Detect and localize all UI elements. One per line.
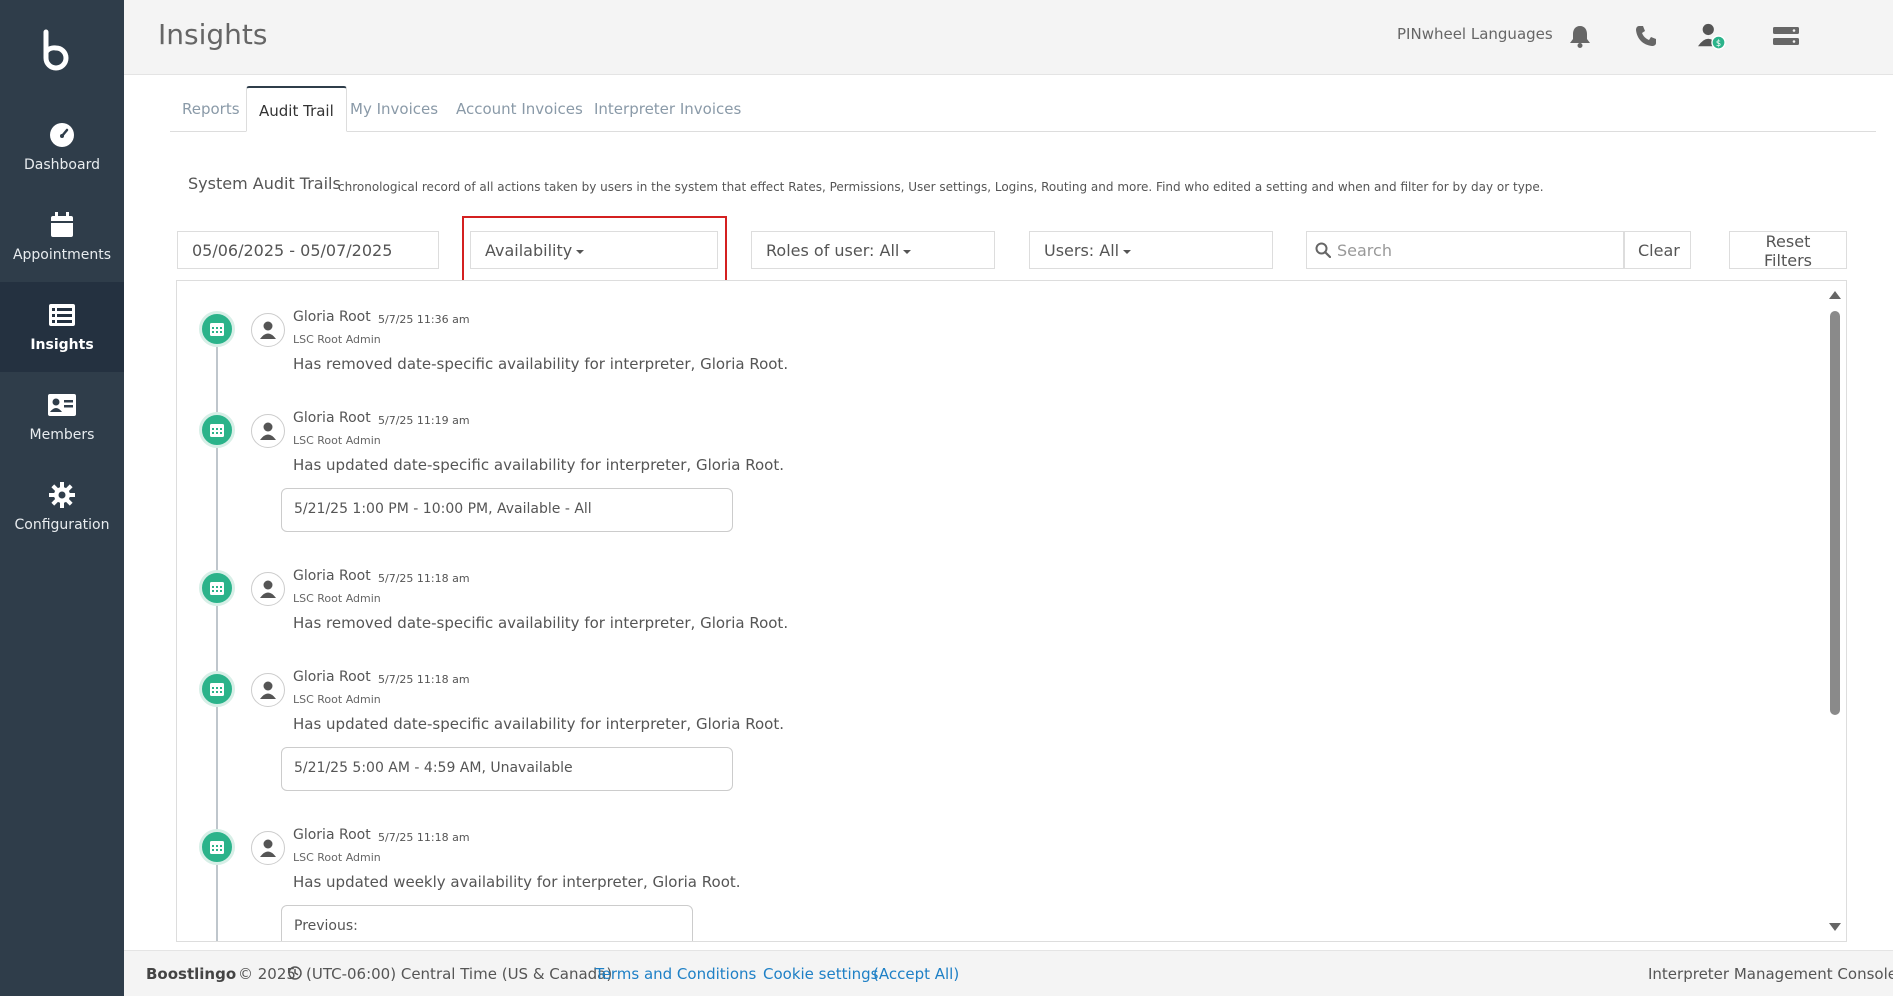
entry-timestamp: 5/7/25 11:18 am: [378, 673, 470, 686]
cookie-settings-link[interactable]: Cookie settings: [763, 965, 879, 983]
terms-link[interactable]: Terms and Conditions: [595, 965, 756, 983]
entry-timestamp: 5/7/25 11:18 am: [378, 831, 470, 844]
tab-interpreter-invoices[interactable]: Interpreter Invoices: [582, 86, 753, 132]
footer: Boostlingo © 2025 (UTC-06:00) Central Ti…: [124, 950, 1893, 996]
insights-tabs: Reports Audit Trail My Invoices Account …: [170, 86, 1876, 132]
entry-action: Has updated weekly availability for inte…: [293, 873, 741, 891]
feed-scrollbar[interactable]: [1824, 281, 1846, 941]
footer-brand: Boostlingo: [146, 965, 237, 983]
footer-timezone[interactable]: (UTC-06:00) Central Time (US & Canada): [306, 965, 612, 983]
id-card-icon: [48, 391, 76, 419]
caret-down-icon: [903, 249, 912, 254]
entry-user-name: Gloria Root: [293, 827, 371, 843]
entry-user-role: LSC Root Admin: [293, 592, 381, 605]
section-title: System Audit Trails: [188, 174, 341, 193]
entry-user-role: LSC Root Admin: [293, 434, 381, 447]
entry-user-role: LSC Root Admin: [293, 333, 381, 346]
entry-timestamp: 5/7/25 11:18 am: [378, 572, 470, 585]
sidebar-item-label: Configuration: [14, 517, 110, 533]
tab-my-invoices[interactable]: My Invoices: [338, 86, 450, 132]
caret-down-icon: [576, 249, 585, 254]
section-description: chronological record of all actions take…: [338, 180, 1544, 194]
user-avatar-icon: [251, 414, 285, 448]
list-icon: [48, 301, 76, 329]
sidebar-item-label: Insights: [30, 337, 94, 353]
calendar-icon: [199, 671, 235, 707]
gear-icon: [48, 481, 76, 509]
accept-all-link[interactable]: (Accept All): [873, 965, 959, 983]
calendar-icon: [199, 570, 235, 606]
calendar-icon: [48, 211, 76, 239]
clock-icon: [288, 966, 302, 984]
scroll-up-arrow-icon[interactable]: [1829, 291, 1841, 299]
sidebar-item-dashboard[interactable]: Dashboard: [0, 102, 124, 192]
bell-icon[interactable]: [1566, 22, 1594, 50]
search-icon: [1315, 242, 1331, 258]
entry-action: Has updated date-specific availability f…: [293, 456, 784, 474]
entry-user-name: Gloria Root: [293, 568, 371, 584]
search-box: [1306, 231, 1624, 269]
user-status-icon[interactable]: $: [1698, 22, 1726, 50]
sidebar-item-members[interactable]: Members: [0, 372, 124, 462]
date-range-picker[interactable]: 05/06/2025 - 05/07/2025: [177, 231, 439, 269]
entry-user-name: Gloria Root: [293, 410, 371, 426]
entry-action: Has updated date-specific availability f…: [293, 715, 784, 733]
boostlingo-logo[interactable]: [38, 28, 74, 72]
search-input[interactable]: [1331, 233, 1601, 267]
scrollbar-thumb[interactable]: [1830, 311, 1840, 715]
sidebar-item-insights[interactable]: Insights: [0, 282, 124, 372]
page-title: Insights: [158, 18, 268, 51]
tab-audit-trail[interactable]: Audit Trail: [246, 86, 347, 132]
audit-trail-feed[interactable]: Gloria Root 5/7/25 11:36 am LSC Root Adm…: [176, 280, 1847, 942]
sidebar-item-appointments[interactable]: Appointments: [0, 192, 124, 282]
sidebar-item-label: Members: [29, 427, 95, 443]
calendar-icon: [199, 829, 235, 865]
user-avatar-icon: [251, 572, 285, 606]
reset-filters-button[interactable]: Reset Filters: [1729, 231, 1847, 270]
entry-timestamp: 5/7/25 11:19 am: [378, 414, 470, 427]
type-filter-dropdown[interactable]: Availability: [470, 231, 718, 269]
entry-user-role: LSC Root Admin: [293, 693, 381, 706]
phone-icon[interactable]: [1632, 22, 1660, 50]
caret-down-icon: [1123, 249, 1132, 254]
entry-user-role: LSC Root Admin: [293, 851, 381, 864]
roles-filter-label: Roles of user: All: [766, 241, 900, 260]
entry-action: Has removed date-specific availability f…: [293, 614, 789, 632]
entry-timestamp: 5/7/25 11:36 am: [378, 313, 470, 326]
tab-reports[interactable]: Reports: [170, 86, 252, 132]
server-icon[interactable]: [1772, 22, 1800, 50]
calendar-icon: [199, 412, 235, 448]
sidebar-item-configuration[interactable]: Configuration: [0, 462, 124, 552]
type-filter-label: Availability: [485, 241, 573, 260]
tab-account-invoices[interactable]: Account Invoices: [444, 86, 595, 132]
svg-text:$: $: [1716, 38, 1721, 48]
users-filter-dropdown[interactable]: Users: All: [1029, 231, 1273, 269]
entry-detail-box: 5/21/25 1:00 PM - 10:00 PM, Available - …: [281, 488, 733, 532]
sidebar-item-label: Appointments: [12, 247, 112, 263]
entry-action: Has removed date-specific availability f…: [293, 355, 789, 373]
user-avatar-icon: [251, 313, 285, 347]
organization-name[interactable]: PINwheel Languages: [1397, 25, 1553, 43]
sidebar-item-label: Dashboard: [24, 157, 100, 173]
sidebar: Dashboard Appointments Insights Members …: [0, 0, 124, 996]
entry-detail-box: Previous:: [281, 905, 693, 941]
top-header: Insights PINwheel Languages $: [124, 0, 1893, 75]
scroll-down-arrow-icon[interactable]: [1829, 923, 1841, 931]
users-filter-label: Users: All: [1044, 241, 1120, 260]
footer-console-name: Interpreter Management Console: [1648, 965, 1893, 983]
calendar-icon: [199, 311, 235, 347]
dashboard-icon: [48, 121, 76, 149]
user-avatar-icon: [251, 673, 285, 707]
clear-button[interactable]: Clear: [1624, 231, 1691, 269]
entry-user-name: Gloria Root: [293, 309, 371, 325]
entry-user-name: Gloria Root: [293, 669, 371, 685]
user-avatar-icon: [251, 831, 285, 865]
entry-detail-box: 5/21/25 5:00 AM - 4:59 AM, Unavailable: [281, 747, 733, 791]
roles-filter-dropdown[interactable]: Roles of user: All: [751, 231, 995, 269]
